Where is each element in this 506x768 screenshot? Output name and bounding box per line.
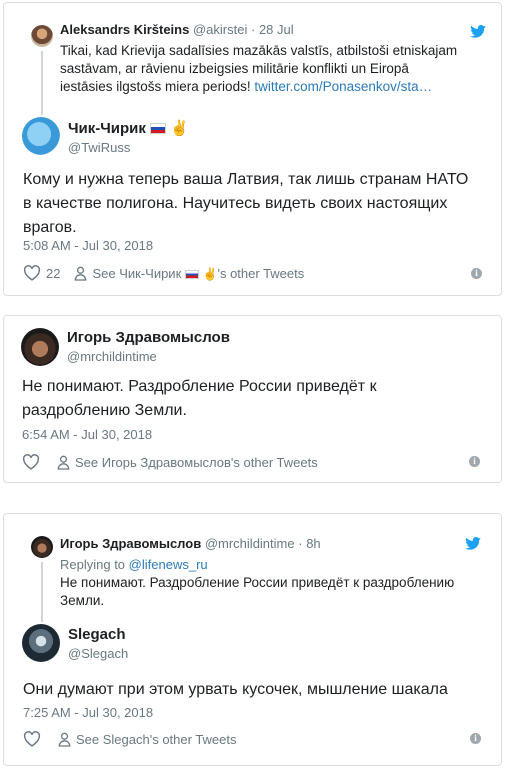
quoted-tweet-text-line: Земли. (60, 593, 105, 608)
quoted-tweet-text-line: Tikai, kad Krievija sadalīsies mazākās v… (60, 43, 458, 58)
tweet-card-3: Игорь Здравомыслов @mrchildintime · 8h R… (3, 513, 502, 766)
author-avatar[interactable] (22, 117, 60, 155)
dot-separator: · (298, 536, 303, 551)
dot-separator: · (250, 22, 256, 37)
author-handle[interactable]: @mrchildintime (67, 349, 157, 364)
like-count[interactable]: 22 (46, 266, 60, 281)
tweet-text-line: Не понимают. Раздробление России приведё… (22, 378, 377, 395)
author-avatar[interactable] (21, 328, 59, 366)
tweet-text-line: раздроблению Земли. (22, 402, 187, 419)
person-icon (57, 455, 70, 470)
see-other-tweets-link[interactable]: See Slegach's other Tweets (76, 732, 237, 747)
quoted-tweet-text-line: iestāsies ilgstošs miera periods! (60, 79, 251, 94)
replying-to-label: Replying to (60, 557, 126, 572)
tweet-text-line: в качестве полигона. Научитесь видеть св… (23, 195, 448, 212)
see-other-prefix: See Чик-Чирик (92, 265, 182, 281)
quoted-author-handle[interactable]: @akirstei (193, 22, 247, 37)
author-name[interactable]: Игорь Здравомыслов (67, 329, 230, 346)
replying-to-handle[interactable]: @lifenews_ru (129, 557, 208, 572)
thread-line (41, 51, 43, 115)
russian-flag-icon (184, 269, 199, 279)
twitter-bird-icon[interactable] (465, 537, 481, 550)
info-icon[interactable]: i (469, 456, 480, 467)
victory-hand-icon: ✌ (170, 120, 189, 137)
quoted-time[interactable]: 8h (306, 536, 320, 551)
person-icon (75, 266, 87, 281)
info-icon[interactable]: i (470, 733, 481, 744)
tweet-timestamp[interactable]: 6:54 AM - Jul 30, 2018 (22, 427, 152, 442)
quoted-tweet-text-line: Не понимают. Раздробление России приведё… (60, 575, 455, 590)
tweet-card-2: Игорь Здравомыслов @mrchildintime Не пон… (3, 315, 502, 483)
see-other-tweets-link[interactable]: See Чик-Чирик ✌'s other Tweets (92, 266, 304, 281)
quoted-author-avatar[interactable] (31, 536, 53, 558)
quoted-author-handle[interactable]: @mrchildintime (205, 536, 295, 551)
quoted-author-name[interactable]: Игорь Здравомыслов (60, 536, 201, 551)
quoted-time[interactable]: 28 Jul (259, 22, 294, 37)
twitter-bird-icon[interactable] (470, 25, 486, 38)
author-handle[interactable]: @TwiRuss (68, 140, 130, 155)
author-avatar[interactable] (22, 624, 60, 662)
tweet-timestamp[interactable]: 7:25 AM - Jul 30, 2018 (23, 705, 153, 720)
author-handle[interactable]: @Slegach (68, 646, 128, 661)
author-name[interactable]: Slegach (68, 626, 126, 643)
heart-icon[interactable] (23, 265, 41, 281)
quoted-author-avatar[interactable] (31, 25, 53, 47)
heart-icon[interactable] (23, 731, 41, 747)
quoted-author-name[interactable]: Aleksandrs Kiršteins (60, 22, 189, 37)
quoted-tweet-text-line: sastāvam, ar rāvienu izbeigsies militāri… (60, 61, 409, 76)
person-icon (58, 732, 71, 747)
tweet-text-line: врагов. (23, 219, 77, 236)
author-name[interactable]: Чик-Чирик (68, 120, 146, 137)
quoted-tweet-link[interactable]: twitter.com/Ponasenkov/sta… (254, 79, 432, 94)
tweet-card-1: Aleksandrs Kiršteins @akirstei · 28 Jul … (3, 2, 502, 296)
tweet-text-line: Кому и нужна теперь ваша Латвия, так лиш… (23, 171, 469, 188)
tweet-text-line: Они думают при этом урвать кусочек, мышл… (23, 681, 448, 698)
thread-line (41, 562, 43, 622)
see-other-tweets-link[interactable]: See Игорь Здравомыслов's other Tweets (75, 455, 318, 470)
russian-flag-icon (150, 123, 167, 134)
victory-hand-icon: ✌ (202, 266, 218, 281)
heart-icon[interactable] (22, 454, 40, 470)
info-icon[interactable]: i (471, 268, 482, 279)
tweet-timestamp[interactable]: 5:08 AM - Jul 30, 2018 (23, 238, 153, 253)
see-other-suffix: 's other Tweets (217, 265, 305, 281)
